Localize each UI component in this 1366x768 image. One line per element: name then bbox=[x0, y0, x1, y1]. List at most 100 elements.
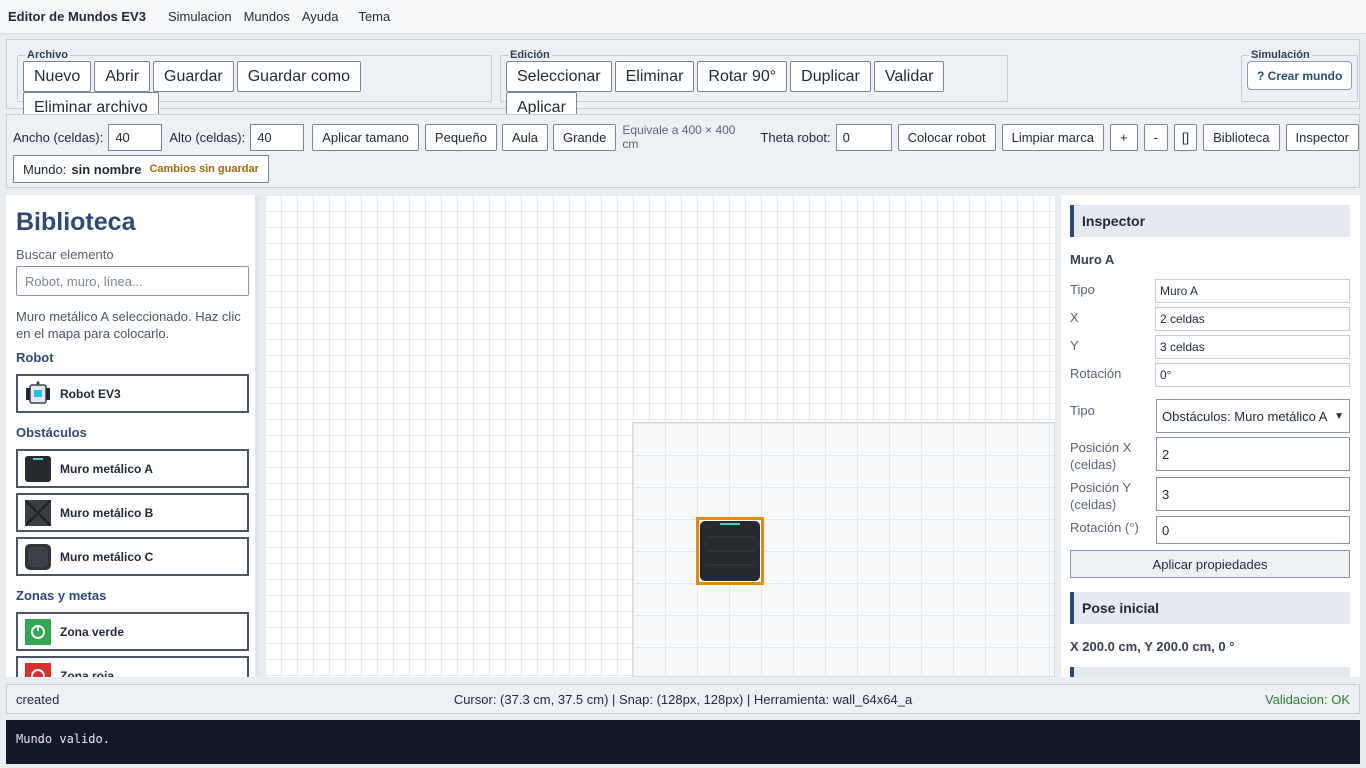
search-label: Buscar elemento bbox=[16, 247, 114, 262]
muro-c-icon bbox=[24, 543, 52, 571]
world-row: Mundo: sin nombre Cambios sin guardar bbox=[13, 155, 269, 183]
selection-hint: Muro metálico A seleccionado. Haz clic e… bbox=[16, 309, 241, 341]
theta-label: Theta robot: bbox=[760, 129, 831, 145]
archivo-legend: Archivo bbox=[27, 49, 68, 61]
library-item-zona-roja[interactable]: Zona roja bbox=[16, 656, 249, 677]
library-item-muro-b[interactable]: Muro metálico B bbox=[16, 493, 249, 532]
rot-input[interactable] bbox=[1156, 516, 1350, 544]
menu-bar: Editor de Mundos EV3 Simulacion Mundos A… bbox=[0, 0, 1366, 34]
validation-status: Validacion: OK bbox=[1264, 691, 1350, 707]
ancho-input[interactable] bbox=[108, 123, 163, 151]
placed-wall-muro-a[interactable] bbox=[696, 517, 764, 585]
menu-tema[interactable]: Tema bbox=[358, 9, 390, 24]
library-panel: Biblioteca Buscar elemento Muro metálico… bbox=[6, 195, 259, 677]
equivale-text: Equivale a 400 × 400 cm bbox=[622, 123, 736, 151]
aplicar-tamano-button[interactable]: Aplicar tamano bbox=[312, 123, 419, 151]
pose-value: X 200.0 cm, Y 200.0 cm, 0 ° bbox=[1070, 639, 1235, 654]
preset-pequeno-button[interactable]: Pequeño bbox=[424, 123, 497, 151]
abrir-button[interactable]: Abrir bbox=[94, 61, 151, 92]
world-area[interactable] bbox=[632, 422, 1055, 677]
library-item-muro-c[interactable]: Muro metálico C bbox=[16, 537, 249, 576]
posx-label: Posición X (celdas) bbox=[1070, 440, 1132, 472]
zona-roja-icon bbox=[24, 662, 52, 677]
ro-y-label: Y bbox=[1070, 338, 1079, 353]
main-toolbar: Archivo Nuevo Abrir Guardar Guardar como Eli… bbox=[6, 39, 1360, 123]
menu-ayuda[interactable]: Ayuda bbox=[302, 9, 339, 24]
duplicar-button[interactable]: Duplicar bbox=[790, 61, 871, 92]
biblioteca-toggle-button[interactable]: Biblioteca bbox=[1203, 123, 1280, 151]
inspector-panel: Inspector Muro A Tipo Muro A X 2 celdas … bbox=[1061, 195, 1360, 677]
library-item-robot-ev3[interactable]: Robot EV3 bbox=[16, 374, 249, 413]
edicion-group: Edición Seleccionar Eliminar Rotar 90° Dupl… bbox=[500, 49, 1008, 123]
rot-label: Rotación (°) bbox=[1070, 520, 1139, 535]
menu-simulacion[interactable]: Simulacion bbox=[168, 9, 232, 24]
ro-rotacion-label: Rotación bbox=[1070, 366, 1122, 381]
world-label: Mundo: bbox=[23, 161, 67, 177]
search-input[interactable] bbox=[16, 266, 249, 296]
section-robot: Robot bbox=[16, 350, 54, 365]
library-item-zona-verde[interactable]: Zona verde bbox=[16, 612, 249, 651]
crear-mundo-button[interactable]: ? Crear mundo bbox=[1247, 61, 1353, 90]
inspector-header: Inspector bbox=[1070, 205, 1350, 237]
nuevo-button[interactable]: Nuevo bbox=[23, 61, 92, 92]
limpiar-marca-button[interactable]: Limpiar marca bbox=[1001, 123, 1104, 151]
world-name: sin nombre bbox=[71, 161, 142, 177]
simulacion-group: Simulación ? Crear mundo bbox=[1241, 49, 1359, 102]
library-item-muro-a[interactable]: Muro metálico A bbox=[16, 449, 249, 488]
posx-input[interactable] bbox=[1156, 437, 1350, 471]
theta-input[interactable] bbox=[835, 123, 892, 151]
menu-mundos[interactable]: Mundos bbox=[244, 9, 290, 24]
inspector-toggle-button[interactable]: Inspector bbox=[1285, 123, 1359, 151]
posy-label: Posición Y (celdas) bbox=[1070, 480, 1131, 512]
ro-x-label: X bbox=[1070, 310, 1079, 325]
preset-grande-button[interactable]: Grande bbox=[553, 123, 617, 151]
section-obstaculos: Obstáculos bbox=[16, 425, 87, 440]
validar-button[interactable]: Validar bbox=[873, 61, 945, 92]
alto-label: Alto (celdas): bbox=[169, 129, 246, 145]
wall-icon bbox=[700, 521, 760, 581]
rotar-button[interactable]: Rotar 90° bbox=[697, 61, 788, 92]
next-section-header bbox=[1070, 667, 1350, 677]
zona-verde-label: Zona verde bbox=[60, 624, 125, 639]
tipo-select-value: Obstáculos: Muro metálico A bbox=[1162, 408, 1328, 424]
muro-a-icon bbox=[24, 455, 52, 483]
zoom-out-button[interactable]: - bbox=[1143, 123, 1168, 151]
world-toolbar: Ancho (celdas): Alto (celdas): Aplicar t… bbox=[6, 114, 1360, 188]
ro-x-value: 2 celdas bbox=[1155, 307, 1350, 331]
muro-c-label: Muro metálico C bbox=[60, 549, 154, 564]
ro-tipo-label: Tipo bbox=[1070, 282, 1095, 297]
dims-row: Ancho (celdas): Alto (celdas): Aplicar t… bbox=[13, 123, 1359, 151]
guardar-como-button[interactable]: Guardar como bbox=[236, 61, 361, 92]
aplicar-propiedades-button[interactable]: Aplicar propiedades bbox=[1070, 550, 1350, 578]
chevron-down-icon: ▼ bbox=[1334, 410, 1344, 422]
tipo-select[interactable]: Obstáculos: Muro metálico A ▼ bbox=[1156, 399, 1350, 433]
robot-ev3-icon bbox=[24, 380, 52, 408]
console-output: Mundo valido. bbox=[6, 720, 1360, 764]
muro-a-label: Muro metálico A bbox=[60, 461, 153, 476]
selected-object-name: Muro A bbox=[1070, 252, 1115, 267]
seleccionar-button[interactable]: Seleccionar bbox=[506, 61, 612, 92]
preset-aula-button[interactable]: Aula bbox=[501, 123, 549, 151]
alto-input[interactable] bbox=[250, 123, 305, 151]
ro-tipo-value: Muro A bbox=[1155, 279, 1350, 303]
app-title: Editor de Mundos EV3 bbox=[8, 9, 146, 24]
zona-roja-label: Zona roja bbox=[60, 668, 115, 678]
section-zonas: Zonas y metas bbox=[16, 588, 107, 603]
status-center: Cursor: (37.3 cm, 37.5 cm) | Snap: (128p… bbox=[453, 691, 913, 707]
simulacion-legend: Simulación bbox=[1251, 49, 1310, 61]
status-bar: created Cursor: (37.3 cm, 37.5 cm) | Sna… bbox=[6, 684, 1360, 714]
world-name-box: Mundo: sin nombre Cambios sin guardar bbox=[13, 155, 269, 183]
zoom-in-button[interactable]: + bbox=[1109, 123, 1138, 151]
eliminar-button[interactable]: Eliminar bbox=[614, 61, 695, 92]
ancho-label: Ancho (celdas): bbox=[13, 129, 104, 145]
guardar-button[interactable]: Guardar bbox=[153, 61, 234, 92]
posy-input[interactable] bbox=[1156, 477, 1350, 511]
map-canvas[interactable] bbox=[265, 195, 1055, 677]
pose-header: Pose inicial bbox=[1070, 592, 1350, 624]
colocar-robot-button[interactable]: Colocar robot bbox=[897, 123, 996, 151]
fit-button[interactable]: [] bbox=[1173, 123, 1198, 151]
edicion-legend: Edición bbox=[510, 49, 550, 61]
muro-b-icon bbox=[24, 499, 52, 527]
zona-verde-icon bbox=[24, 618, 52, 646]
ro-y-value: 3 celdas bbox=[1155, 335, 1350, 359]
